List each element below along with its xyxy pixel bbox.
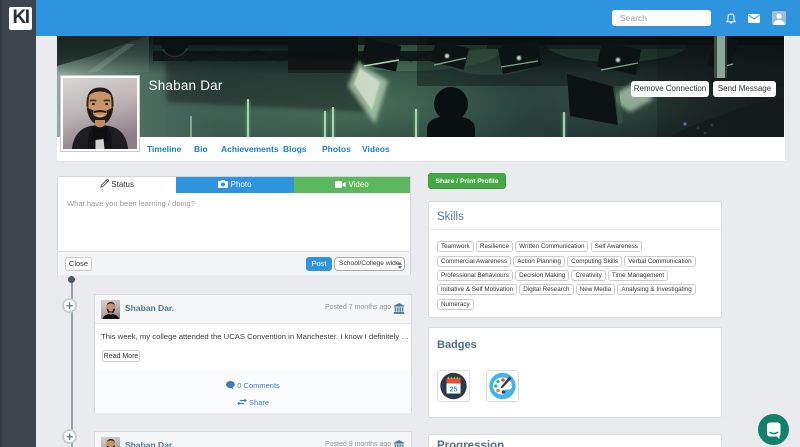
svg-text:25: 25	[450, 387, 458, 394]
